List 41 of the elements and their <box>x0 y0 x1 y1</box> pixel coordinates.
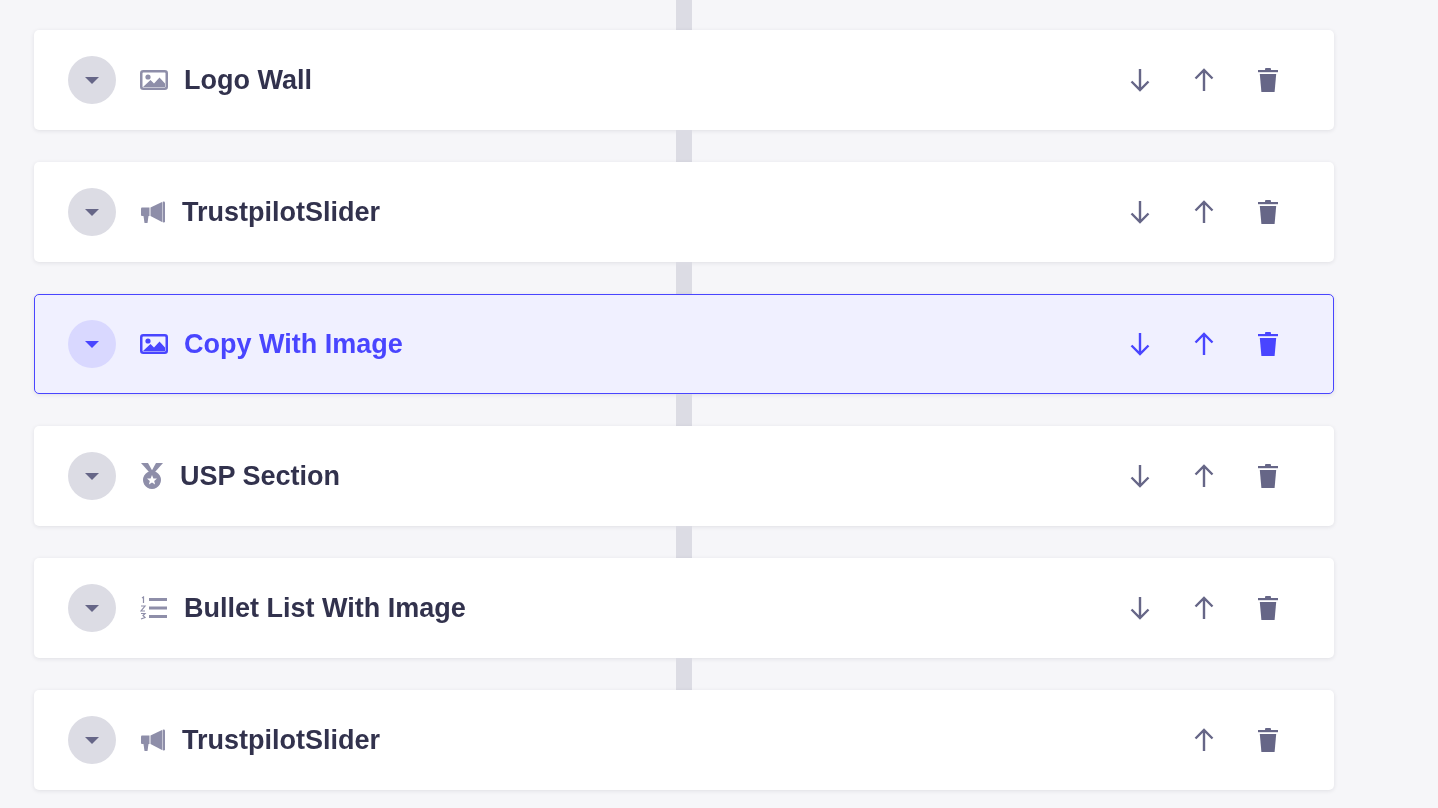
section-title: Logo Wall <box>184 64 312 97</box>
section-card[interactable]: USP Section <box>34 426 1334 526</box>
trash-icon <box>1258 728 1278 752</box>
medal-icon <box>140 462 164 490</box>
section-card[interactable]: Logo Wall <box>34 30 1334 130</box>
arrow-up-icon <box>1192 332 1216 356</box>
arrow-down-icon <box>1128 68 1152 92</box>
section-card[interactable]: Copy With Image <box>34 294 1334 394</box>
section-title: TrustpilotSlider <box>182 724 381 757</box>
arrow-up-icon <box>1192 200 1216 224</box>
image-icon <box>140 334 168 354</box>
section-title: Copy With Image <box>184 328 403 361</box>
arrow-up-icon <box>1192 728 1216 752</box>
megaphone-icon <box>140 200 166 224</box>
arrow-down-icon <box>1128 332 1152 356</box>
section-card[interactable]: TrustpilotSlider <box>34 690 1334 790</box>
numbered-list-icon <box>140 596 168 620</box>
section-title: TrustpilotSlider <box>182 196 381 229</box>
caret-icon <box>85 604 99 612</box>
caret-icon <box>85 736 99 744</box>
caret-icon <box>85 472 99 480</box>
image-icon <box>140 70 168 90</box>
trash-icon <box>1258 200 1278 224</box>
arrow-down-icon <box>1128 464 1152 488</box>
trash-icon <box>1258 332 1278 356</box>
arrow-up-icon <box>1192 596 1216 620</box>
section-card[interactable]: TrustpilotSlider <box>34 162 1334 262</box>
trash-icon <box>1258 464 1278 488</box>
trash-icon <box>1258 68 1278 92</box>
section-title: USP Section <box>180 460 341 493</box>
arrow-up-icon <box>1192 68 1216 92</box>
caret-icon <box>85 76 99 84</box>
trash-icon <box>1258 596 1278 620</box>
arrow-down-icon <box>1128 596 1152 620</box>
arrow-down-icon <box>1128 200 1152 224</box>
arrow-up-icon <box>1192 464 1216 488</box>
megaphone-icon <box>140 728 166 752</box>
section-card[interactable]: Bullet List With Image <box>34 558 1334 658</box>
caret-icon <box>85 208 99 216</box>
caret-icon <box>85 340 99 348</box>
section-title: Bullet List With Image <box>184 592 466 625</box>
